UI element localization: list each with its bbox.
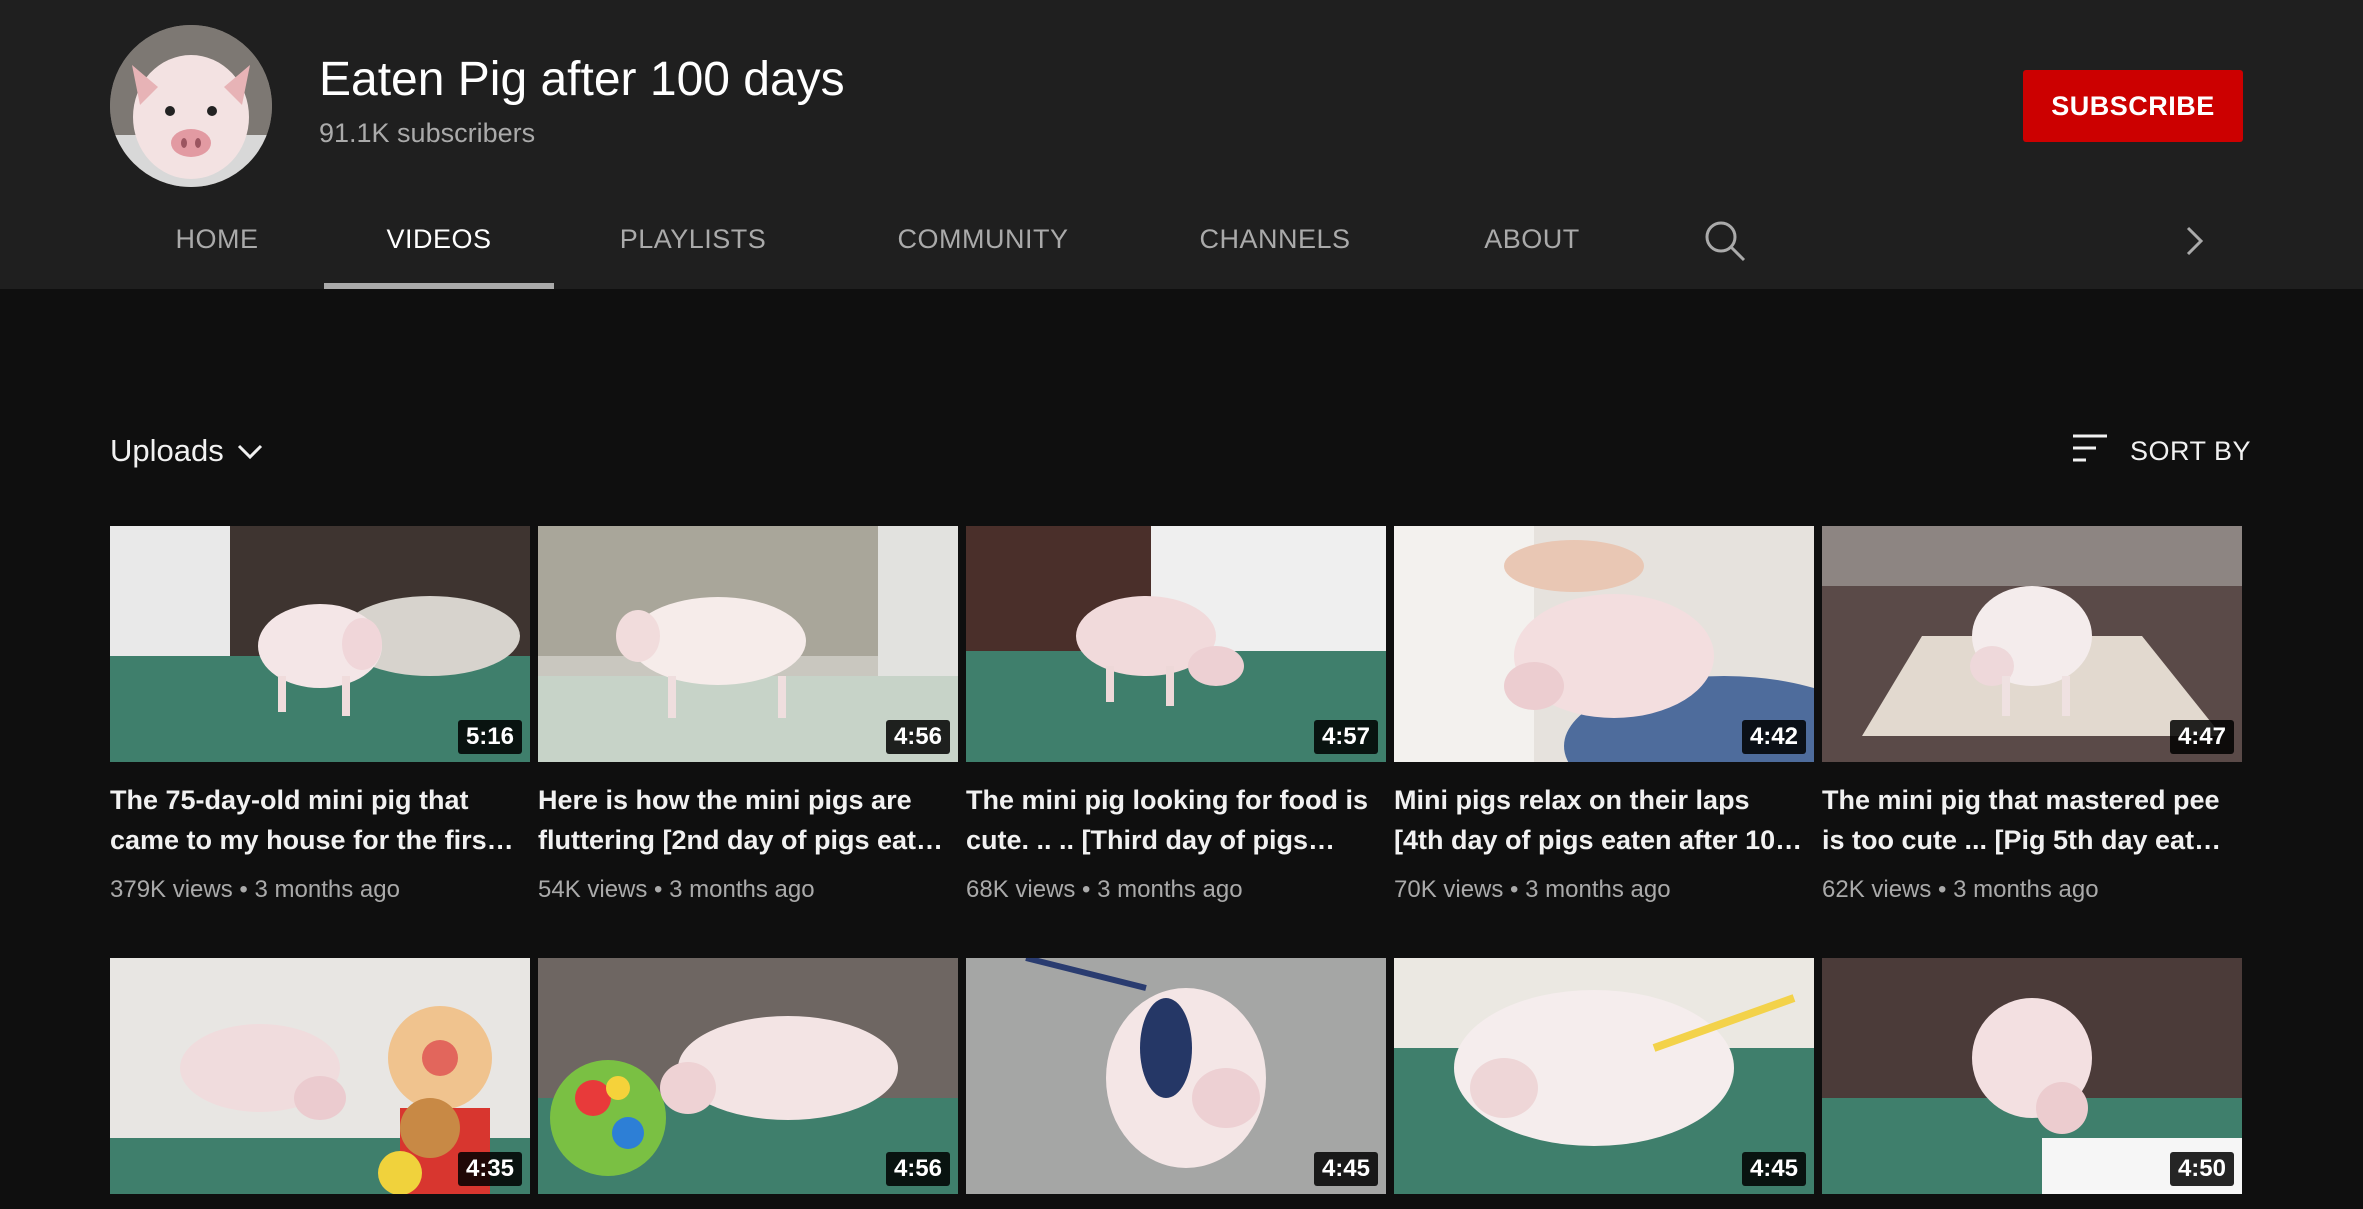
video-meta: 379K views • 3 months ago [110, 876, 400, 903]
video-title[interactable]: The mini pig looking for food is cute. .… [966, 780, 1376, 860]
video-card[interactable]: 4:45 [1394, 958, 1814, 1194]
video-card[interactable]: 5:16 The 75-day-old mini pig that came t… [110, 526, 530, 904]
channel-header: Eaten Pig after 100 days 91.1K subscribe… [0, 0, 2363, 289]
video-card[interactable]: 4:50 [1822, 958, 2242, 1194]
tab-playlists[interactable]: PLAYLISTS [554, 200, 832, 289]
video-thumbnail[interactable]: 4:45 [966, 958, 1386, 1194]
uploads-dropdown[interactable]: Uploads [110, 433, 264, 469]
video-meta: 62K views • 3 months ago [1822, 876, 2099, 903]
search-icon[interactable] [1702, 218, 1748, 264]
video-card[interactable]: 4:57 The mini pig looking for food is cu… [966, 526, 1386, 904]
video-meta: 54K views • 3 months ago [538, 876, 815, 903]
video-thumbnail[interactable]: 4:50 [1822, 958, 2242, 1194]
video-duration: 4:50 [2169, 1152, 2234, 1186]
video-title[interactable]: Mini pigs relax on their laps [4th day o… [1394, 780, 1804, 860]
tab-videos[interactable]: VIDEOS [324, 200, 554, 289]
uploads-label: Uploads [110, 433, 224, 468]
subscriber-count: 91.1K subscribers [319, 118, 536, 148]
video-card[interactable]: 4:56 [538, 958, 958, 1194]
sort-by-label: SORT BY [2130, 436, 2252, 466]
video-title[interactable]: Here is how the mini pigs are fluttering… [538, 780, 948, 860]
video-title[interactable]: The 75-day-old mini pig that came to my … [110, 780, 520, 860]
tab-about[interactable]: ABOUT [1416, 200, 1648, 289]
tab-channels[interactable]: CHANNELS [1134, 200, 1416, 289]
video-title[interactable]: The mini pig that mastered pee is too cu… [1822, 780, 2232, 860]
video-card[interactable]: 4:47 The mini pig that mastered pee is t… [1822, 526, 2242, 904]
video-thumbnail[interactable]: 4:35 [110, 958, 530, 1194]
video-duration: 4:45 [1741, 1152, 1806, 1186]
chevron-down-icon [236, 433, 264, 469]
video-card[interactable]: 4:35 [110, 958, 530, 1194]
video-duration: 4:45 [1313, 1152, 1378, 1186]
sort-icon [2072, 433, 2108, 470]
video-thumbnail[interactable]: 4:42 [1394, 526, 1814, 762]
video-card[interactable]: 4:42 Mini pigs relax on their laps [4th … [1394, 526, 1814, 904]
channel-title: Eaten Pig after 100 days [319, 53, 845, 106]
video-thumbnail[interactable]: 4:56 [538, 526, 958, 762]
video-meta: 68K views • 3 months ago [966, 876, 1243, 903]
sort-by-button[interactable]: SORT BY [2072, 433, 2251, 470]
video-duration: 5:16 [457, 720, 522, 754]
video-card[interactable]: 4:56 Here is how the mini pigs are flutt… [538, 526, 958, 904]
channel-avatar[interactable] [110, 25, 272, 187]
video-duration: 4:42 [1741, 720, 1806, 754]
video-duration: 4:35 [457, 1152, 522, 1186]
video-duration: 4:56 [885, 720, 950, 754]
video-duration: 4:57 [1313, 720, 1378, 754]
video-duration: 4:47 [2169, 720, 2234, 754]
video-thumbnail[interactable]: 4:47 [1822, 526, 2242, 762]
video-card[interactable]: 4:45 [966, 958, 1386, 1194]
tab-community[interactable]: COMMUNITY [832, 200, 1134, 289]
channel-tabs: HOME VIDEOS PLAYLISTS COMMUNITY CHANNELS… [110, 200, 1648, 289]
video-duration: 4:56 [885, 1152, 950, 1186]
video-thumbnail[interactable]: 4:56 [538, 958, 958, 1194]
video-thumbnail[interactable]: 4:45 [1394, 958, 1814, 1194]
video-meta: 70K views • 3 months ago [1394, 876, 1671, 903]
tab-home[interactable]: HOME [110, 200, 324, 289]
video-thumbnail[interactable]: 4:57 [966, 526, 1386, 762]
chevron-right-icon[interactable] [2178, 222, 2212, 260]
subscribe-button[interactable]: SUBSCRIBE [2023, 70, 2243, 142]
video-thumbnail[interactable]: 5:16 [110, 526, 530, 762]
